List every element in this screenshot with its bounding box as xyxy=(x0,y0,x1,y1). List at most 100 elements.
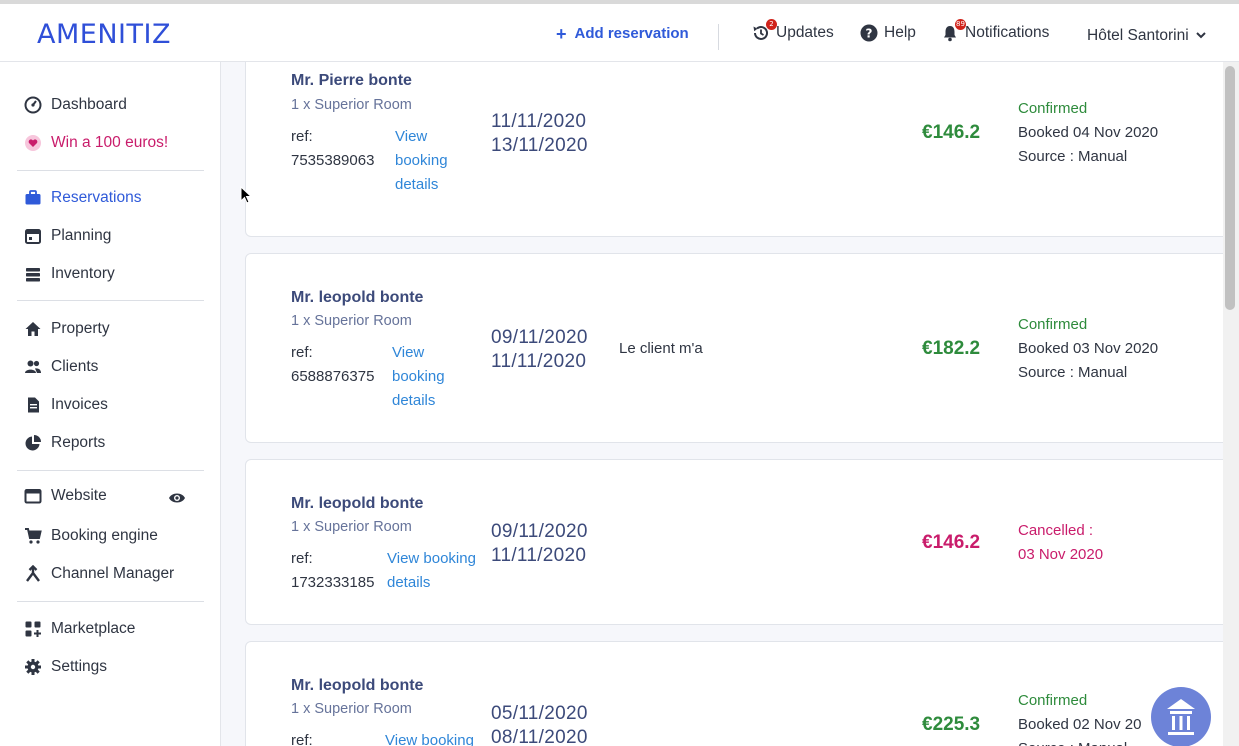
sidebar-item-planning[interactable]: Planning xyxy=(24,225,111,247)
sidebar-item-settings[interactable]: Settings xyxy=(24,656,107,678)
checkout-date: 08/11/2020 xyxy=(491,727,588,746)
checkin-date: 11/11/2020 xyxy=(491,111,587,132)
sidebar-item-booking-engine[interactable]: Booking engine xyxy=(24,525,158,547)
link-line: details xyxy=(395,176,439,193)
checkout-date: 11/11/2020 xyxy=(491,351,587,372)
sidebar-item-label: Dashboard xyxy=(51,96,127,113)
layers-icon xyxy=(26,268,40,282)
ref-number: 6588876375 xyxy=(291,368,375,385)
notifications-badge: 89 xyxy=(955,19,966,30)
stay-dates: 09/11/2020 11/11/2020 xyxy=(491,326,588,374)
reservation-card[interactable]: Mr. leopold bonte 1 x Superior Room ref:… xyxy=(245,253,1223,443)
view-booking-details-link[interactable]: View booking details xyxy=(395,125,448,197)
sidebar-item-label: Reports xyxy=(51,434,106,451)
sidebar-item-label: Win a 100 euros! xyxy=(51,134,169,151)
hotel-name: Hôtel Santorini xyxy=(1087,27,1189,44)
add-reservation-button[interactable]: + Add reservation xyxy=(556,25,689,43)
history-icon: 2 xyxy=(752,19,777,42)
booking-price: €225.3 xyxy=(922,714,981,735)
eye-icon[interactable] xyxy=(168,491,186,505)
gear-icon xyxy=(25,659,41,675)
sidebar: Dashboard Win a 100 euros! Reservations … xyxy=(0,62,221,746)
sidebar-item-inventory[interactable]: Inventory xyxy=(24,263,115,285)
booking-source: Source : Manual xyxy=(1018,364,1128,381)
sidebar-item-label: Marketplace xyxy=(51,620,136,637)
ref-label: ref: xyxy=(291,128,313,145)
shopping-cart-icon xyxy=(25,528,42,544)
sidebar-item-website[interactable]: Website xyxy=(24,485,107,507)
home-icon xyxy=(25,322,41,336)
guest-name[interactable]: Mr. leopold bonte xyxy=(291,495,423,513)
reservation-card[interactable]: Mr. Pierre bonte 1 x Superior Room ref: … xyxy=(245,62,1223,237)
checkin-date: 09/11/2020 xyxy=(491,327,588,348)
sidebar-item-promo[interactable]: Win a 100 euros! xyxy=(24,132,168,154)
ref-number: 1732333185 xyxy=(291,574,375,591)
svg-text:?: ? xyxy=(866,27,873,41)
sidebar-item-reservations[interactable]: Reservations xyxy=(24,187,141,209)
sidebar-item-clients[interactable]: Clients xyxy=(24,356,98,378)
cancelled-date: 03 Nov 2020 xyxy=(1018,546,1104,563)
checkout-date: 13/11/2020 xyxy=(491,135,588,156)
booking-status: Cancelled : 03 Nov 2020 xyxy=(1018,519,1103,567)
sidebar-divider xyxy=(17,470,204,471)
ref-label: ref: xyxy=(291,550,313,567)
booking-source: Source : Manual xyxy=(1018,148,1128,165)
link-line: booking xyxy=(392,368,445,385)
chat-widget-button[interactable] xyxy=(1151,687,1211,746)
help-label: Help xyxy=(884,24,916,41)
sidebar-item-label: Booking engine xyxy=(51,527,158,544)
view-booking-details-link[interactable]: View booking xyxy=(385,729,474,746)
hotel-selector[interactable]: Hôtel Santorini xyxy=(1087,27,1207,45)
sidebar-divider xyxy=(17,601,204,602)
booking-reference: ref: xyxy=(291,729,313,746)
suitcase-icon xyxy=(25,190,41,205)
sidebar-item-property[interactable]: Property xyxy=(24,318,110,340)
sidebar-divider xyxy=(17,170,204,171)
booking-reference: ref: 7535389063 xyxy=(291,125,374,173)
stay-dates: 05/11/2020 08/11/2020 xyxy=(491,702,588,746)
booking-source: Source : Manual xyxy=(1018,737,1141,746)
guest-name[interactable]: Mr. leopold bonte xyxy=(291,677,423,695)
room-type: 1 x Superior Room xyxy=(291,701,412,717)
sidebar-item-dashboard[interactable]: Dashboard xyxy=(24,94,127,116)
sidebar-item-label: Property xyxy=(51,320,110,337)
sidebar-item-marketplace[interactable]: Marketplace xyxy=(24,618,135,640)
checkin-date: 09/11/2020 xyxy=(491,521,588,542)
ref-label: ref: xyxy=(291,344,313,361)
guest-name[interactable]: Mr. Pierre bonte xyxy=(291,72,412,90)
reservation-card[interactable]: Mr. leopold bonte 1 x Superior Room ref:… xyxy=(245,459,1223,625)
stay-dates: 09/11/2020 11/11/2020 xyxy=(491,520,588,568)
checkin-date: 05/11/2020 xyxy=(491,703,588,724)
chevron-down-icon xyxy=(1195,27,1207,45)
stay-dates: 11/11/2020 13/11/2020 xyxy=(491,110,588,158)
header-divider xyxy=(718,24,719,50)
app-logo[interactable]: AMENITIZ xyxy=(37,19,171,50)
link-line: View xyxy=(392,344,425,361)
link-line: booking xyxy=(395,152,448,169)
reservation-card[interactable]: Mr. leopold bonte 1 x Superior Room ref:… xyxy=(245,641,1223,746)
notifications-button[interactable]: 89 Notifications xyxy=(941,19,1050,42)
scrollbar-thumb[interactable] xyxy=(1225,66,1235,310)
room-type: 1 x Superior Room xyxy=(291,97,412,113)
sidebar-item-label: Settings xyxy=(51,658,108,675)
sidebar-item-label: Planning xyxy=(51,227,112,244)
help-button[interactable]: ? Help xyxy=(860,24,916,42)
question-circle-icon: ? xyxy=(860,24,878,42)
temple-icon xyxy=(1167,699,1195,735)
updates-button[interactable]: 2 Updates xyxy=(752,19,834,42)
guest-name[interactable]: Mr. leopold bonte xyxy=(291,289,423,307)
view-booking-details-link[interactable]: View booking details xyxy=(387,547,476,595)
top-bar: AMENITIZ + Add reservation 2 Updates ? H… xyxy=(0,0,1239,62)
status-label: Confirmed xyxy=(1018,316,1088,333)
file-text-icon xyxy=(28,397,39,413)
booking-reference: ref: 6588876375 xyxy=(291,341,374,389)
bell-icon: 89 xyxy=(941,19,966,42)
sidebar-item-reports[interactable]: Reports xyxy=(24,432,105,454)
notifications-label: Notifications xyxy=(965,24,1050,41)
sidebar-item-invoices[interactable]: Invoices xyxy=(24,394,108,416)
booking-price: €182.2 xyxy=(922,338,981,359)
checkout-date: 11/11/2020 xyxy=(491,545,587,566)
sidebar-item-label: Invoices xyxy=(51,396,108,413)
view-booking-details-link[interactable]: View booking details xyxy=(392,341,445,413)
sidebar-item-channel-manager[interactable]: Channel Manager xyxy=(24,563,174,585)
